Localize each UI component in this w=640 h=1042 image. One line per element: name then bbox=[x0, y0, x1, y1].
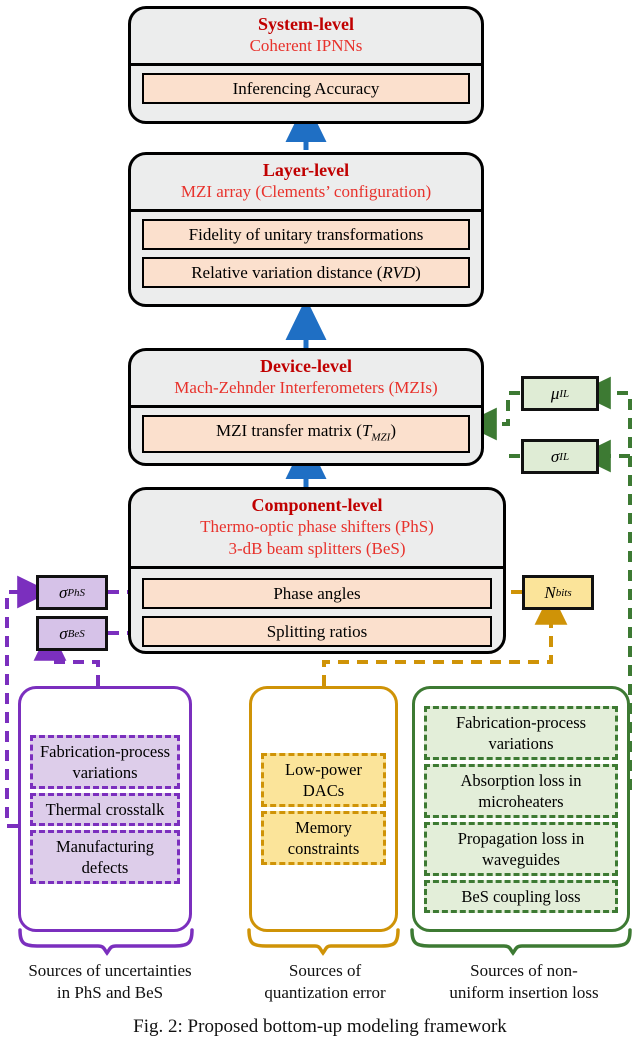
layer-level-body: Fidelity of unitary transformations Rela… bbox=[131, 212, 481, 296]
source-item-absorption-loss[interactable]: Absorption loss in microheaters bbox=[424, 763, 618, 818]
system-level-subtitle: Coherent IPNNs bbox=[249, 36, 363, 55]
source-box-uncertainty[interactable]: Fabrication-process variations Thermal c… bbox=[18, 686, 192, 932]
metric-mzi-transfer-matrix[interactable]: MZI transfer matrix (TMZI) bbox=[142, 415, 470, 454]
source-box-quantization[interactable]: Low-power DACs Memory constraints bbox=[249, 686, 398, 932]
chip-sigma-bes-symbol: σ bbox=[59, 623, 68, 643]
component-level-card[interactable]: Component-level Thermo-optic phase shift… bbox=[128, 487, 506, 654]
layer-level-card[interactable]: Layer-level MZI array (Clements’ configu… bbox=[128, 152, 484, 307]
metric-rvd[interactable]: Relative variation distance (RVD) bbox=[142, 257, 470, 288]
chip-sigma-bes[interactable]: σ BeS bbox=[36, 616, 108, 651]
chip-mu-il-sub: IL bbox=[559, 387, 570, 400]
system-level-card[interactable]: System-level Coherent IPNNs Inferencing … bbox=[128, 6, 484, 124]
caption-quantization: Sources of quantization error bbox=[240, 960, 410, 1004]
device-level-subtitle: Mach-Zehnder Interferometers (MZIs) bbox=[174, 378, 438, 397]
component-level-subtitle-2: 3-dB beam splitters (BeS) bbox=[228, 539, 406, 558]
caption-insertion-loss: Sources of non- uniform insertion loss bbox=[418, 960, 630, 1004]
caption-uncertainty: Sources of uncertainties in PhS and BeS bbox=[10, 960, 210, 1004]
metric-fidelity-unitary[interactable]: Fidelity of unitary transformations bbox=[142, 219, 470, 250]
system-level-body: Inferencing Accuracy bbox=[131, 66, 481, 112]
component-level-body: Phase angles Splitting ratios bbox=[131, 569, 503, 651]
source-item-thermal-crosstalk[interactable]: Thermal crosstalk bbox=[30, 792, 180, 826]
metric-inferencing-accuracy[interactable]: Inferencing Accuracy bbox=[142, 73, 470, 104]
component-level-header: Component-level Thermo-optic phase shift… bbox=[131, 490, 503, 569]
chip-n-bits-symbol: N bbox=[544, 582, 556, 602]
source-item-fabrication-variations-il[interactable]: Fabrication-process variations bbox=[424, 705, 618, 760]
chip-sigma-il-sub: IL bbox=[559, 450, 570, 463]
source-item-fabrication-variations[interactable]: Fabrication-process variations bbox=[30, 734, 180, 789]
brace-insertion-loss bbox=[410, 928, 632, 956]
source-item-propagation-loss[interactable]: Propagation loss in waveguides bbox=[424, 821, 618, 876]
source-item-bes-coupling-loss[interactable]: BeS coupling loss bbox=[424, 879, 618, 913]
device-level-title: Device-level bbox=[260, 356, 352, 376]
source-item-memory-constraints[interactable]: Memory constraints bbox=[261, 811, 386, 865]
source-item-low-power-dacs[interactable]: Low-power DACs bbox=[261, 753, 386, 807]
layer-level-subtitle: MZI array (Clements’ configuration) bbox=[180, 182, 432, 201]
chip-sigma-phs-sub: PhS bbox=[67, 586, 86, 599]
figure-caption: Fig. 2: Proposed bottom-up modeling fram… bbox=[133, 1016, 507, 1037]
brace-quantization bbox=[247, 928, 400, 956]
caption-uncertainty-line2: in PhS and BeS bbox=[56, 983, 164, 1002]
caption-insertion-loss-line1: Sources of non- bbox=[470, 961, 578, 980]
chip-mu-il[interactable]: μ IL bbox=[521, 376, 599, 411]
metric-phase-angles[interactable]: Phase angles bbox=[142, 578, 492, 609]
chip-n-bits-sub: bits bbox=[555, 586, 572, 599]
chip-n-bits[interactable]: Nbits bbox=[522, 575, 594, 610]
component-level-subtitle-1: Thermo-optic phase shifters (PhS) bbox=[200, 517, 434, 536]
caption-insertion-loss-line2: uniform insertion loss bbox=[449, 983, 599, 1002]
system-level-title: System-level bbox=[258, 14, 354, 34]
device-level-body: MZI transfer matrix (TMZI) bbox=[131, 408, 481, 461]
brace-group bbox=[18, 928, 632, 956]
source-item-manufacturing-defects[interactable]: Manufacturing defects bbox=[30, 829, 180, 884]
device-level-card[interactable]: Device-level Mach-Zehnder Interferometer… bbox=[128, 348, 484, 466]
layer-level-header: Layer-level MZI array (Clements’ configu… bbox=[131, 155, 481, 212]
component-level-title: Component-level bbox=[251, 495, 383, 515]
chip-sigma-il[interactable]: σ IL bbox=[521, 439, 599, 474]
caption-uncertainty-line1: Sources of uncertainties bbox=[28, 961, 192, 980]
layer-level-title: Layer-level bbox=[262, 160, 350, 180]
caption-quantization-line2: quantization error bbox=[264, 983, 386, 1002]
brace-uncertainty bbox=[18, 928, 194, 956]
chip-sigma-phs[interactable]: σ PhS bbox=[36, 575, 108, 610]
caption-quantization-line1: Sources of bbox=[288, 961, 362, 980]
metric-splitting-ratios[interactable]: Splitting ratios bbox=[142, 616, 492, 647]
device-level-header: Device-level Mach-Zehnder Interferometer… bbox=[131, 351, 481, 408]
source-box-insertion-loss[interactable]: Fabrication-process variations Absorptio… bbox=[412, 686, 630, 932]
system-level-header: System-level Coherent IPNNs bbox=[131, 9, 481, 66]
diagram-canvas: System-level Coherent IPNNs Inferencing … bbox=[0, 0, 640, 1042]
chip-sigma-bes-sub: BeS bbox=[67, 627, 85, 640]
